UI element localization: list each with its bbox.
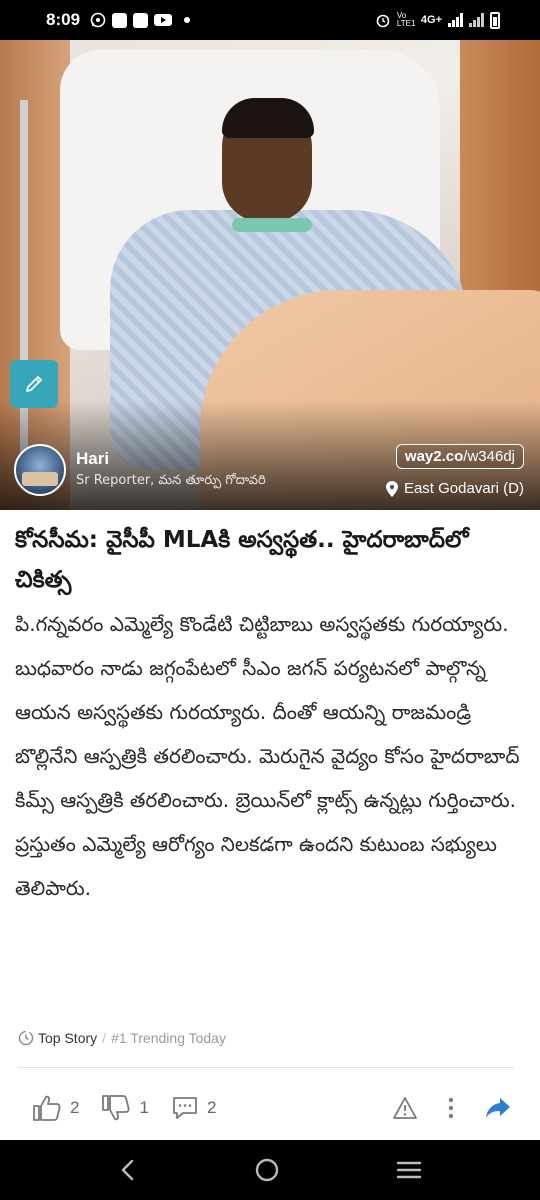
notification-icons bbox=[90, 12, 191, 28]
signal-icon bbox=[448, 13, 463, 27]
location-tag[interactable]: East Godavari (D) bbox=[385, 480, 524, 497]
share-shortlink[interactable]: way2.co/w346dj bbox=[395, 444, 524, 469]
author-info[interactable]: Hari Sr Reporter, మన తూర్పు గోదావరి bbox=[14, 444, 266, 496]
author-role: Sr Reporter, మన తూర్పు గోదావరి bbox=[76, 473, 266, 488]
more-notifications-icon bbox=[184, 17, 191, 23]
dislike-count: 1 bbox=[139, 1098, 149, 1117]
thumbs-up-icon bbox=[33, 1095, 61, 1121]
author-name: Hari bbox=[76, 449, 110, 468]
back-icon[interactable] bbox=[118, 1158, 138, 1182]
alarm-icon bbox=[376, 14, 390, 28]
comment-icon bbox=[173, 1097, 197, 1119]
app-notification-icon bbox=[133, 12, 149, 28]
comment-count: 2 bbox=[206, 1098, 217, 1117]
report-warning-icon[interactable] bbox=[392, 1096, 418, 1120]
shortlink-domain: way2.co bbox=[404, 448, 464, 465]
action-bar-right bbox=[392, 1096, 512, 1120]
tag-separator: / bbox=[102, 1030, 107, 1046]
image-collar bbox=[232, 218, 312, 232]
like-button[interactable]: 2 bbox=[32, 1094, 79, 1122]
action-bar: 2 1 2 bbox=[32, 1090, 512, 1126]
status-bar: 8:09 Vo LTE1 4G+ bbox=[0, 0, 540, 40]
article-image[interactable]: Hari Sr Reporter, మన తూర్పు గోదావరి way2… bbox=[0, 40, 540, 510]
shortlink-path: /w346dj bbox=[463, 448, 515, 465]
comment-button[interactable]: 2 bbox=[171, 1095, 216, 1121]
like-count: 2 bbox=[70, 1098, 80, 1117]
article-content: కోనసీమ: వైసీపీ MLAకి అస్వస్థత.. హైదరాబాద… bbox=[0, 510, 540, 1140]
pencil-icon bbox=[26, 376, 42, 392]
article-body: పి.గన్నవరం ఎమ్మెల్యే కొండేటి చిట్టిబాబు … bbox=[15, 612, 520, 900]
share-icon[interactable] bbox=[484, 1096, 512, 1120]
status-time: 8:09 bbox=[46, 10, 81, 29]
home-icon[interactable] bbox=[253, 1156, 281, 1184]
image-person-hair bbox=[222, 98, 314, 138]
story-tags: Top Story / #1 Trending Today bbox=[18, 1030, 226, 1046]
youtube-icon bbox=[154, 14, 173, 26]
dislike-button[interactable]: 1 bbox=[101, 1094, 149, 1122]
location-pin-icon bbox=[385, 480, 398, 497]
volte-label: Vo LTE1 bbox=[396, 11, 416, 28]
signal-icon-secondary bbox=[469, 13, 484, 27]
system-navigation-bar bbox=[0, 1140, 540, 1200]
edit-button[interactable] bbox=[10, 360, 58, 408]
thumbs-down-icon bbox=[102, 1095, 130, 1121]
divider bbox=[18, 1067, 514, 1068]
recent-apps-icon[interactable] bbox=[396, 1159, 422, 1181]
more-options-icon[interactable] bbox=[448, 1097, 454, 1119]
trending-tag[interactable]: #1 Trending Today bbox=[111, 1030, 226, 1046]
whatsapp-icon bbox=[90, 12, 106, 28]
clock-icon bbox=[18, 1030, 34, 1046]
network-label: 4G+ bbox=[420, 14, 442, 26]
avatar[interactable] bbox=[14, 444, 66, 496]
author-details: Hari Sr Reporter, మన తూర్పు గోదావరి bbox=[76, 449, 266, 491]
top-story-tag[interactable]: Top Story bbox=[38, 1030, 97, 1046]
app-notification-icon bbox=[112, 12, 128, 28]
location-label: East Godavari (D) bbox=[403, 480, 524, 497]
system-icons: Vo LTE1 4G+ bbox=[375, 11, 522, 29]
article-headline: కోనసీమ: వైసీపీ MLAకి అస్వస్థత.. హైదరాబాద… bbox=[15, 527, 469, 593]
battery-icon bbox=[490, 11, 500, 29]
